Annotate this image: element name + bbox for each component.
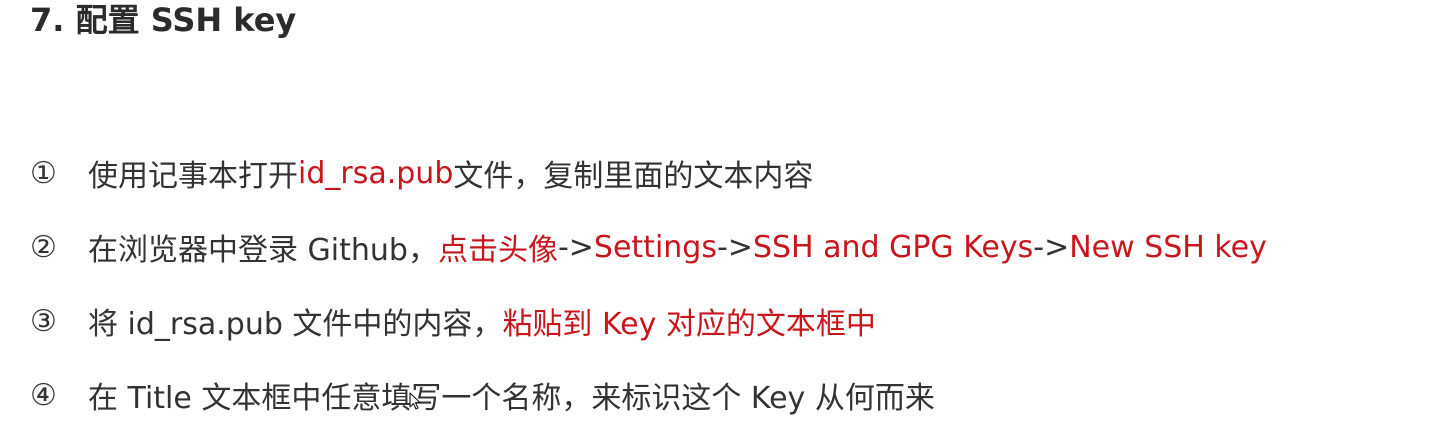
step-2-arrow-2: -> [716, 229, 753, 265]
step-2-arrow-1: -> [557, 229, 594, 265]
step-2: ② 在浏览器中登录 Github， 点击头像 -> Settings -> SS… [30, 210, 1267, 284]
page-title: 7. 配置 SSH key [30, 1, 297, 39]
step-2-highlight-ssh-gpg: SSH and GPG Keys [752, 229, 1034, 265]
step-2-highlight-avatar: 点击头像 [437, 233, 558, 268]
step-1-text: 使用记事本打开 [88, 159, 298, 194]
step-1: ① 使用记事本打开 id_rsa.pub 文件，复制里面的文本内容 [30, 136, 1267, 210]
step-1-marker: ① [30, 155, 57, 191]
step-4-text: 在 Title 文本框中任意填写一个名称，来标识这个 Key 从何而来 [88, 381, 935, 416]
step-3: ③ 将 id_rsa.pub 文件中的内容， 粘贴到 Key 对应的文本框中 [30, 284, 1267, 358]
step-2-marker: ② [30, 229, 57, 265]
steps-list: ① 使用记事本打开 id_rsa.pub 文件，复制里面的文本内容 ② 在浏览器… [30, 136, 1267, 432]
step-4: ④ 在 Title 文本框中任意填写一个名称，来标识这个 Key 从何而来 [30, 358, 1267, 432]
step-2-highlight-settings: Settings [593, 229, 717, 265]
mouse-cursor-icon [409, 392, 421, 410]
step-1-text-end: 文件，复制里面的文本内容 [453, 159, 814, 194]
step-2-highlight-new-key: New SSH key [1069, 229, 1267, 265]
step-4-marker: ④ [30, 377, 57, 413]
step-2-arrow-3: -> [1033, 229, 1070, 265]
step-3-text: 将 id_rsa.pub 文件中的内容， [88, 307, 503, 342]
step-1-highlight-filename: id_rsa.pub [298, 155, 454, 191]
step-2-text: 在浏览器中登录 Github， [88, 233, 438, 268]
step-3-highlight-paste: 粘贴到 Key 对应的文本框中 [502, 307, 876, 342]
step-3-marker: ③ [30, 303, 57, 339]
